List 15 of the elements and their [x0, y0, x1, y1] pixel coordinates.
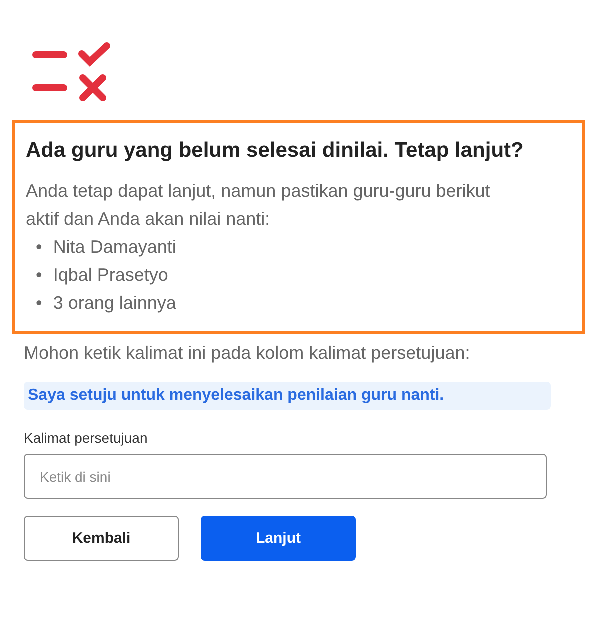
consent-sentence: Saya setuju untuk menyelesaikan penilaian guru nanti.: [24, 382, 551, 410]
bullet-mark: •: [36, 292, 42, 315]
consent-input-field[interactable]: Ketik di sini: [24, 454, 547, 499]
dialog-message: Anda tetap dapat lanjut, namun pastikan guru-guru berikut aktif dan Anda akan nilai nanti:: [26, 180, 492, 231]
teacher-name: Iqbal Prasetyo: [53, 264, 168, 287]
continue-button[interactable]: Lanjut: [201, 516, 356, 561]
bullet-mark: •: [36, 236, 42, 259]
teacher-name: 3 orang lainnya: [53, 292, 176, 315]
instruction-text: Mohon ketik kalimat ini pada kolom kalimat persetujuan:: [24, 342, 472, 365]
checklist-icon: [32, 40, 112, 102]
field-label: Kalimat persetujuan: [24, 430, 148, 446]
bullet-mark: •: [36, 264, 42, 287]
dialog-title: Ada guru yang belum selesai dinilai. Tetap lanjut?: [26, 138, 525, 164]
teacher-name: Nita Damayanti: [53, 236, 176, 259]
back-button[interactable]: Kembali: [24, 516, 179, 561]
